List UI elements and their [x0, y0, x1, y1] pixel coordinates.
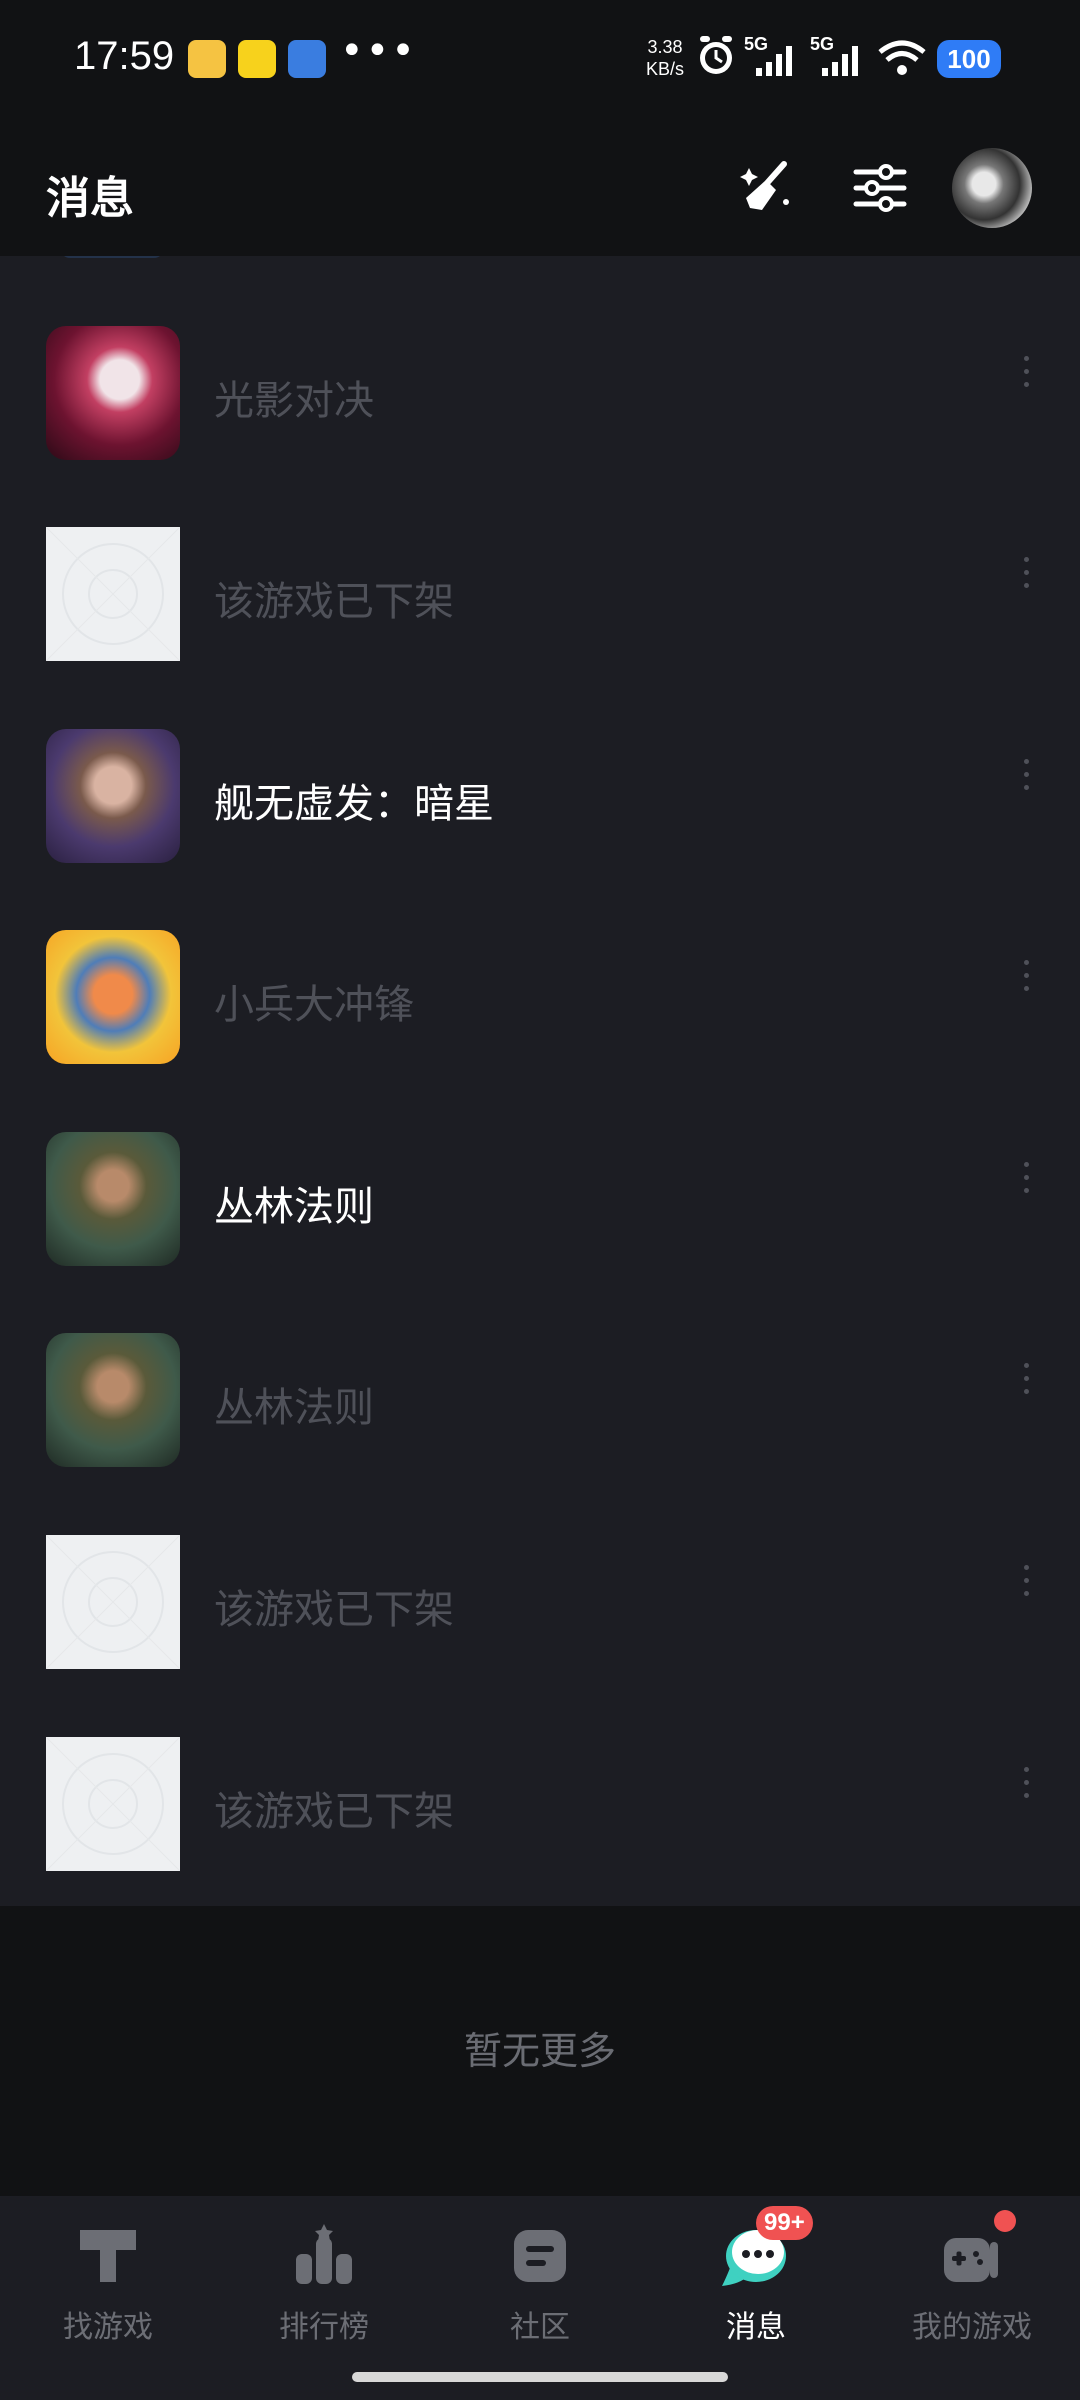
game-title: 丛林法则 [214, 1385, 374, 1431]
unread-count-badge: 99+ [756, 2206, 813, 2240]
game-thumbnail [46, 326, 180, 460]
list-item[interactable]: 光影对决 [0, 256, 1080, 460]
list-item[interactable]: 丛林法则 [0, 1263, 1080, 1467]
tab-label: 我的游戏 [912, 2310, 1032, 2345]
game-thumbnail [46, 1132, 180, 1266]
app-header: 消息 [0, 120, 1080, 256]
filter-settings-button[interactable] [840, 148, 920, 228]
game-thumbnail [46, 930, 180, 1064]
game-title: 舰无虚发：暗星 [214, 781, 494, 827]
tab-find-games[interactable]: 找游戏 [0, 2196, 216, 2400]
more-options-icon[interactable] [1016, 356, 1036, 416]
tab-community[interactable]: 社区 [432, 2196, 648, 2400]
more-options-icon[interactable] [1016, 1363, 1036, 1423]
notification-app-icon-2 [238, 40, 276, 78]
notification-dot [994, 2210, 1016, 2232]
page-title: 消息 [46, 173, 134, 224]
no-more-text: 暂无更多 [463, 2029, 616, 2073]
game-title: 光影对决 [214, 378, 374, 424]
find-games-icon [80, 2230, 136, 2282]
more-options-icon[interactable] [1016, 1565, 1036, 1625]
status-bar: 17:59 ••• 3.38 KB/s 5G 5G 100 [0, 0, 1080, 120]
clear-unread-button[interactable] [726, 148, 806, 228]
tab-label: 社区 [510, 2310, 570, 2345]
game-thumbnail [46, 1333, 180, 1467]
list-item[interactable]: 该游戏已下架 [0, 1667, 1080, 1872]
wifi-icon [878, 40, 926, 75]
leaderboard-icon [296, 2224, 352, 2284]
tab-leaderboard[interactable]: 排行榜 [216, 2196, 432, 2400]
home-indicator[interactable] [352, 2372, 728, 2382]
alarm-icon [700, 36, 732, 74]
game-title: 该游戏已下架 [214, 579, 454, 625]
community-icon [514, 2230, 566, 2282]
status-time: 17:59 [74, 34, 175, 78]
signal1-label: 5G [744, 34, 768, 54]
list-item[interactable]: 该游戏已下架 [0, 457, 1080, 662]
network-speed-unit: KB/s [646, 59, 685, 79]
placeholder-image-icon [45, 1534, 181, 1670]
placeholder-thumbnail [45, 526, 181, 662]
game-title: 丛林法则 [214, 1184, 374, 1230]
tab-label: 消息 [726, 2310, 786, 2345]
list-item[interactable]: 小兵大冲锋 [0, 860, 1080, 1064]
more-options-icon[interactable] [1016, 1162, 1036, 1222]
game-title: 该游戏已下架 [214, 1789, 454, 1835]
signal2-label: 5G [810, 34, 834, 54]
tab-messages[interactable]: 99+ 消息 [648, 2196, 864, 2400]
network-speed-value: 3.38 [647, 37, 683, 57]
signal-icon-1: 5G [744, 34, 792, 76]
tab-label: 排行榜 [279, 2310, 369, 2345]
placeholder-thumbnail [45, 1534, 181, 1670]
user-avatar[interactable] [952, 148, 1032, 228]
placeholder-thumbnail [45, 1736, 181, 1872]
tab-label: 找游戏 [63, 2310, 153, 2345]
game-title: 小兵大冲锋 [214, 982, 414, 1028]
tab-my-games[interactable]: 我的游戏 [864, 2196, 1080, 2400]
more-options-icon[interactable] [1016, 557, 1036, 617]
broom-icon [740, 161, 789, 210]
list-item[interactable]: 该游戏已下架 [0, 1465, 1080, 1670]
list-item[interactable]: 丛林法则 [0, 1062, 1080, 1266]
notification-app-icon-1 [188, 40, 226, 78]
game-title: 该游戏已下架 [214, 1587, 454, 1633]
network-speed: 3.38 KB/s [646, 36, 684, 80]
list-item[interactable]: 舰无虚发：暗星 [0, 659, 1080, 863]
battery-indicator: 100 [937, 40, 1001, 78]
placeholder-image-icon [45, 1736, 181, 1872]
notification-app-icon-3 [288, 40, 326, 78]
game-thumbnail [46, 729, 180, 863]
more-options-icon[interactable] [1016, 759, 1036, 819]
sliders-icon [853, 164, 907, 212]
bottom-tab-bar: 找游戏 排行榜 社区 99+ 消息 我的游戏 [0, 2196, 1080, 2400]
more-options-icon[interactable] [1016, 1767, 1036, 1827]
more-notifications-icon: ••• [340, 28, 417, 74]
list-end-area: 暂无更多 [0, 1906, 1080, 2196]
signal-icon-2: 5G [810, 34, 858, 76]
more-options-icon[interactable] [1016, 960, 1036, 1020]
message-list: 光影对决 该游戏已下架 舰无虚发：暗星 小兵大冲锋 丛林法则 丛林法则 该游戏已… [0, 256, 1080, 1906]
placeholder-image-icon [45, 526, 181, 662]
